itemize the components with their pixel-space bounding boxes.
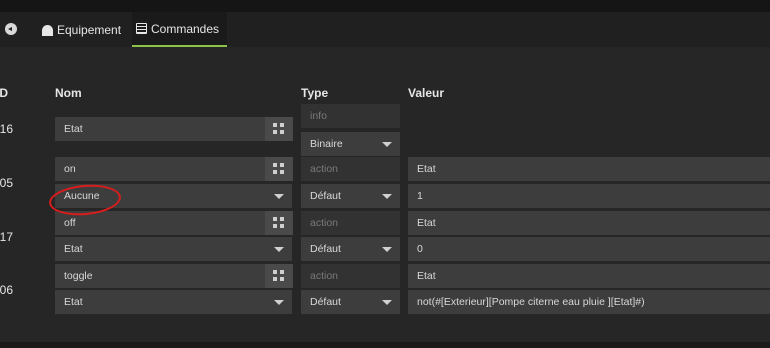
target-input[interactable]: Etat (408, 157, 770, 181)
config-button[interactable] (265, 211, 293, 235)
row-id: 716 (0, 122, 14, 136)
config-button[interactable] (265, 157, 293, 181)
subtype-select[interactable]: Défaut (301, 237, 400, 261)
subtype-select[interactable]: Défaut (301, 290, 400, 314)
type-field: info (301, 104, 400, 128)
tab-commandes[interactable]: Commandes (132, 12, 228, 47)
config-button[interactable] (265, 264, 293, 288)
header-nom: Nom (55, 86, 82, 100)
type-field: action (301, 264, 400, 288)
command-name-input[interactable]: toggle (55, 264, 292, 288)
row-id: 705 (0, 176, 14, 190)
header-id: ID (0, 86, 8, 100)
dashboard-icon (42, 25, 53, 36)
row-id: 706 (0, 283, 14, 297)
type-field: action (301, 211, 400, 235)
back-arrow-icon[interactable] (5, 23, 17, 35)
config-button[interactable] (265, 117, 293, 141)
bottom-bar (0, 342, 770, 348)
value-input[interactable]: 0 (408, 237, 770, 261)
tab-bar: Equipement Commandes (0, 12, 770, 47)
tab-equipement[interactable]: Equipement (42, 12, 121, 47)
command-name-input[interactable]: off (55, 211, 292, 235)
command-name-input[interactable]: on (55, 157, 292, 181)
target-input[interactable]: Etat (408, 264, 770, 288)
subtype-select[interactable]: Binaire (301, 132, 400, 156)
tab-equipement-label: Equipement (57, 22, 122, 37)
type-field: action (301, 157, 400, 181)
top-bar (0, 0, 770, 12)
subtype-select[interactable]: Défaut (301, 184, 400, 208)
header-valeur: Valeur (408, 86, 445, 100)
value-info-select[interactable]: Etat (55, 237, 292, 261)
value-input[interactable]: not(#[Exterieur][Pompe citerne eau pluie… (408, 290, 770, 314)
row-id: 717 (0, 230, 14, 244)
target-input[interactable]: Etat (408, 211, 770, 235)
list-icon (136, 23, 147, 34)
value-info-select[interactable]: Etat (55, 290, 292, 314)
tab-commandes-label: Commandes (151, 21, 220, 36)
command-name-input[interactable]: Etat (55, 117, 292, 141)
header-type: Type (301, 86, 329, 100)
value-input[interactable]: 1 (408, 184, 770, 208)
